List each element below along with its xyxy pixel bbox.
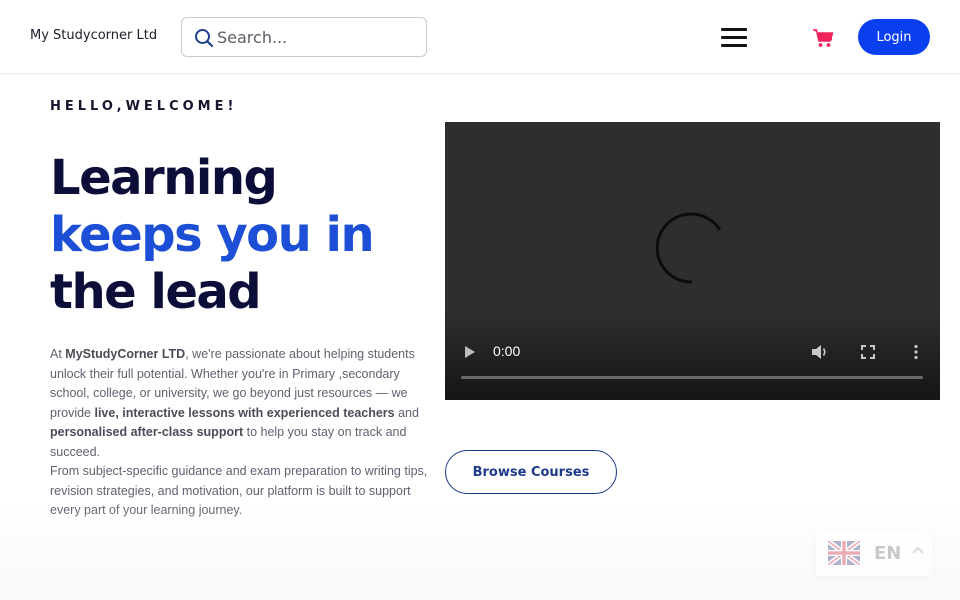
brand-name[interactable]: My Studycorner Ltd <box>30 28 157 43</box>
site-header: My Studycorner Ltd Login <box>0 0 960 74</box>
search-icon <box>195 29 214 48</box>
welcome-eyebrow: HELLO,WELCOME! <box>50 99 238 114</box>
cart-icon[interactable] <box>812 28 834 52</box>
headline-line-2: keeps you in <box>50 207 375 263</box>
hero-headline: Learning keeps you in the lead <box>50 150 440 321</box>
intro-brand-bold: MyStudyCorner LTD <box>65 347 186 361</box>
intro-highlight-lessons: live, interactive lessons with experienc… <box>94 405 395 420</box>
spinner-icon <box>656 212 722 284</box>
intro-highlight-support: personalised after-class support <box>50 425 244 439</box>
uk-flag-icon <box>828 541 860 565</box>
hamburger-bar <box>721 28 747 31</box>
search-box[interactable] <box>181 17 427 57</box>
headline-line-3: the lead <box>50 264 262 320</box>
hamburger-bar <box>721 36 747 39</box>
video-time: 0:00 <box>493 343 521 359</box>
language-switcher[interactable]: EN <box>816 530 932 576</box>
intro-paragraph-1: At MyStudyCorner LTD, we're passionate a… <box>50 345 430 462</box>
browse-courses-button[interactable]: Browse Courses <box>445 450 617 494</box>
headline-line-1: Learning <box>50 150 278 206</box>
search-input[interactable] <box>217 26 417 48</box>
video-player[interactable]: 0:00 <box>445 122 940 400</box>
hamburger-menu-icon[interactable] <box>721 28 747 48</box>
volume-icon[interactable] <box>811 344 829 360</box>
video-progress-bar[interactable] <box>461 376 923 379</box>
more-options-icon[interactable] <box>913 344 919 360</box>
language-code: EN <box>874 543 902 564</box>
intro-text-segment: and <box>394 405 419 420</box>
intro-text-segment: At <box>50 347 66 361</box>
login-button[interactable]: Login <box>858 19 930 55</box>
fullscreen-icon[interactable] <box>861 345 875 359</box>
hamburger-bar <box>721 44 747 47</box>
chevron-up-icon <box>912 546 924 554</box>
intro-text: At MyStudyCorner LTD, we're passionate a… <box>50 345 430 521</box>
play-icon[interactable] <box>464 345 476 359</box>
